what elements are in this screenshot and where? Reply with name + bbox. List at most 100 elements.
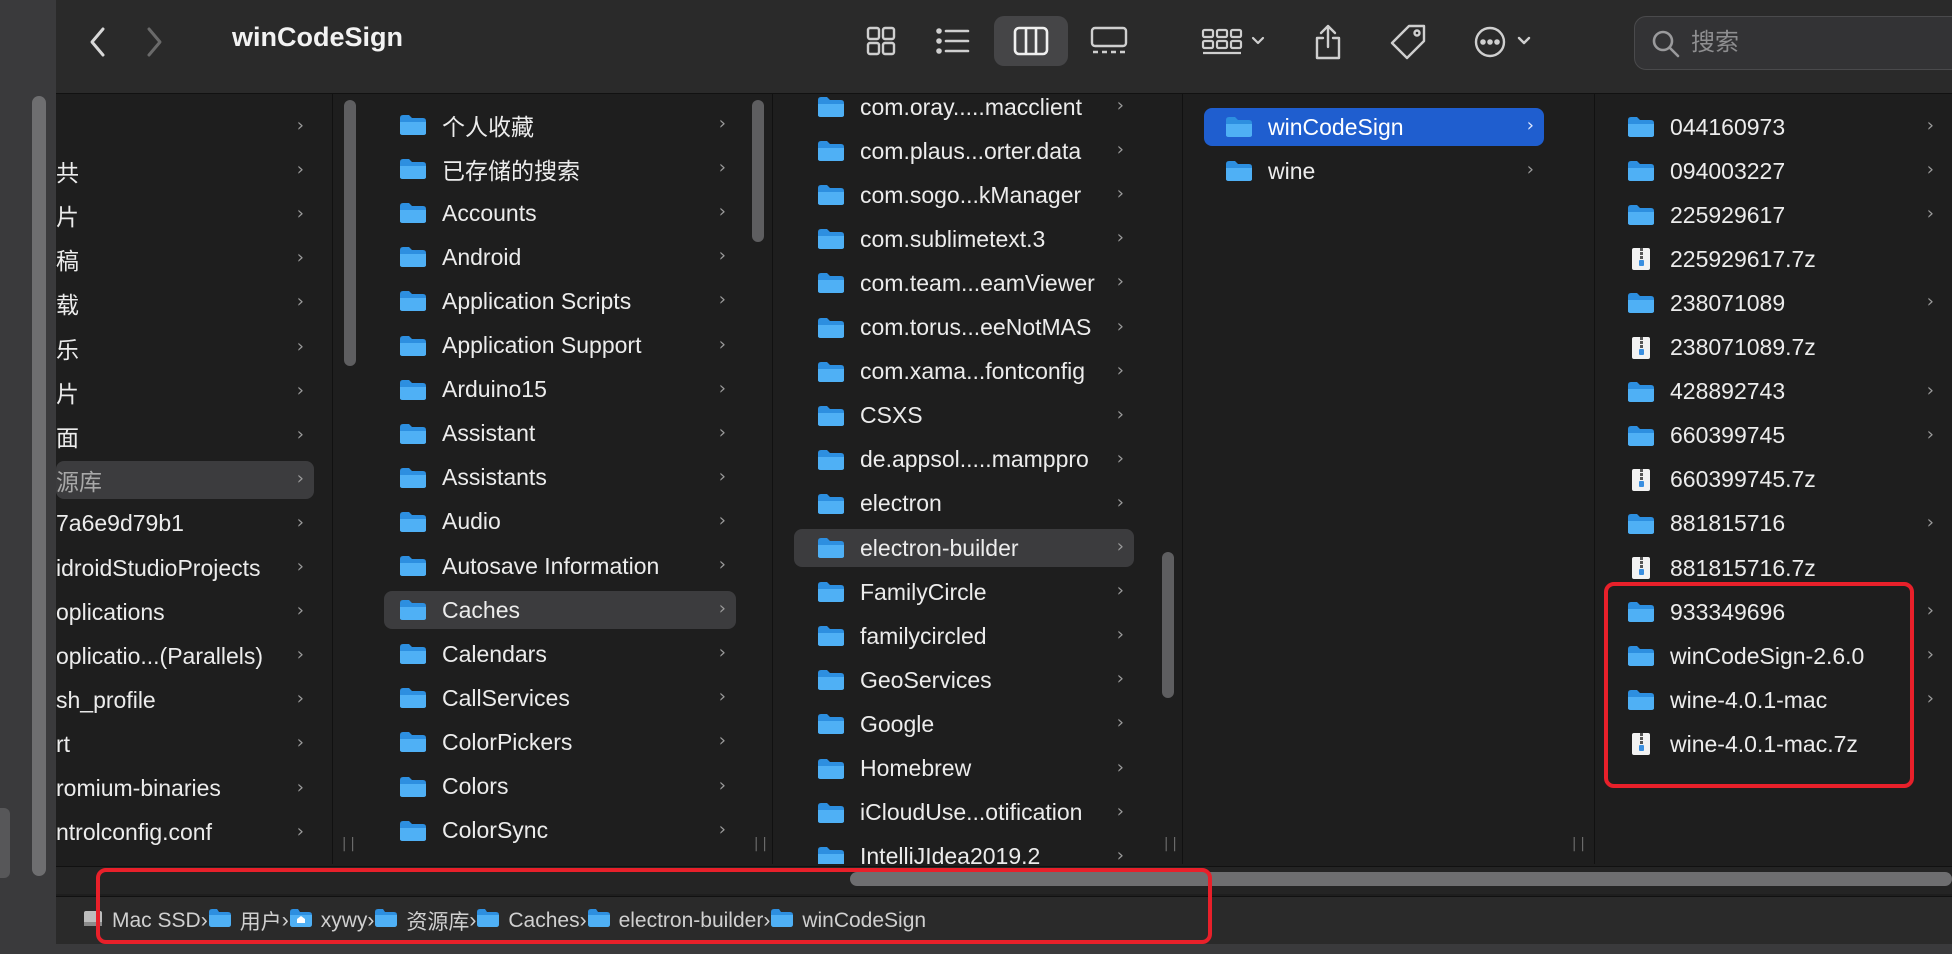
list-item[interactable]: 044160973 › [1610,108,1944,146]
list-item[interactable]: Colors › [384,768,736,806]
sidebar-scrollbar[interactable] [32,96,46,876]
list-item[interactable]: ColorSync › [384,812,736,850]
list-item[interactable]: com.sogo...kManager › [794,176,1134,214]
back-button[interactable] [76,20,120,64]
column-scrollbar[interactable] [344,100,356,366]
list-item[interactable]: 面 › [56,417,314,455]
list-item[interactable]: 660399745.7z [1610,461,1944,499]
folder-icon [816,448,846,472]
group-icon [1201,28,1265,55]
list-item[interactable]: Application Scripts › [384,282,736,320]
forward-button[interactable] [132,20,176,64]
column-resize-handle[interactable]: || [752,836,769,852]
column-scrollbar[interactable] [752,100,764,242]
list-item[interactable]: sh_profile › [56,681,314,719]
list-item[interactable]: 已存储的搜索 › [384,150,736,188]
list-item[interactable]: ntrolconfig.conf › [56,814,314,852]
chevron-right-icon: › [1926,291,1934,313]
list-item[interactable]: 094003227 › [1610,152,1944,190]
chevron-right-icon: › [1116,139,1124,161]
list-item[interactable]: com.torus...eeNotMAS › [794,309,1134,347]
list-item[interactable]: FamilyCircle › [794,573,1134,611]
action-menu-button[interactable] [1466,20,1546,64]
list-item[interactable]: rt › [56,725,314,763]
search-field[interactable] [1634,16,1952,70]
list-item[interactable]: idroidStudioProjects › [56,549,314,587]
column-resize-handle[interactable]: || [1162,836,1179,852]
list-item[interactable]: Assistants › [384,459,736,497]
list-item[interactable]: Homebrew › [794,750,1134,788]
list-item[interactable]: oplications › [56,593,314,631]
list-item[interactable]: 225929617.7z [1610,240,1944,278]
list-item[interactable]: Audio › [384,503,736,541]
chevron-right-icon: › [1526,115,1534,136]
list-item[interactable]: 乐 › [56,329,314,367]
list-item[interactable]: wine › [1204,152,1544,190]
list-item[interactable]: com.plaus...orter.data › [794,132,1134,170]
list-item[interactable]: › [56,108,314,146]
group-button[interactable] [1196,20,1276,64]
list-item[interactable]: 660399745 › [1610,417,1944,455]
list-item[interactable]: ColorPickers › [384,723,736,761]
column-scrollbar[interactable] [1162,552,1174,698]
item-label: Application Scripts [442,287,632,314]
list-view-button[interactable] [916,16,990,66]
list-item[interactable]: 源库 › [56,460,314,499]
list-item[interactable]: 238071089.7z [1610,329,1944,367]
list-item[interactable]: CallServices › [384,679,736,717]
item-label: 片 [56,380,79,407]
list-item[interactable]: com.oray.....macclient › [794,94,1134,126]
item-label: 载 [56,292,79,319]
list-item[interactable]: CSXS › [794,397,1134,435]
list-item[interactable]: 片 › [56,196,314,234]
list-item[interactable]: familycircled › [794,617,1134,655]
list-item[interactable]: 载 › [56,284,314,322]
list-item[interactable]: 共 › [56,152,314,190]
list-item[interactable]: 稿 › [56,240,314,278]
share-button[interactable] [1306,20,1350,64]
list-item[interactable]: Application Support › [384,327,736,365]
list-item[interactable]: IntelliJIdea2019.2 › [794,838,1134,864]
search-input[interactable] [1691,29,1931,57]
list-item[interactable]: de.appsol.....mamppro › [794,441,1134,479]
list-item[interactable]: GeoServices › [794,661,1134,699]
folder-icon [1626,380,1656,404]
list-item[interactable]: 个人收藏 › [384,106,736,144]
list-item[interactable]: Accounts › [384,194,736,232]
list-item[interactable]: com.team...eamViewer › [794,264,1134,302]
chevron-right-icon: › [718,201,726,223]
list-item[interactable]: com.xama...fontconfig › [794,353,1134,391]
list-item[interactable]: electron-builder › [794,529,1134,567]
list-item[interactable]: Caches › [384,591,736,630]
gallery-view-button[interactable] [1072,16,1146,66]
list-item[interactable]: iCloudUse...otification › [794,794,1134,832]
column-electron-builder: winCodeSign › wine › [1196,94,1556,864]
list-item[interactable]: Autosave Information › [384,547,736,585]
list-item[interactable]: 428892743 › [1610,373,1944,411]
sidebar-handle[interactable] [0,808,10,878]
list-item[interactable]: 238071089 › [1610,284,1944,322]
list-item[interactable]: Arduino15 › [384,371,736,409]
item-label: 面 [56,424,79,451]
list-item[interactable]: electron › [794,485,1134,523]
list-item[interactable]: 881815716 › [1610,505,1944,543]
list-item[interactable]: oplicatio...(Parallels) › [56,637,314,675]
list-item[interactable]: winCodeSign › [1204,108,1544,146]
tags-button[interactable] [1384,20,1432,64]
list-item[interactable]: Assistant › [384,415,736,453]
chevron-right-icon: › [1116,624,1124,646]
item-label: com.xama...fontconfig [860,358,1085,385]
list-item[interactable]: Calendars › [384,635,736,673]
column-view-button[interactable] [994,16,1068,66]
list-item[interactable]: 7a6e9d79b1 › [56,505,314,543]
icon-view-button[interactable] [844,16,918,66]
list-item[interactable]: Google › [794,705,1134,743]
column-resize-handle[interactable]: || [340,836,357,852]
list-item[interactable]: romium-binaries › [56,770,314,808]
list-item[interactable]: 225929617 › [1610,196,1944,234]
list-item[interactable]: 片 › [56,373,314,411]
list-item[interactable]: com.sublimetext.3 › [794,220,1134,258]
item-label: Caches [442,596,520,623]
list-item[interactable]: Android › [384,238,736,276]
column-resize-handle[interactable]: || [1570,836,1587,852]
